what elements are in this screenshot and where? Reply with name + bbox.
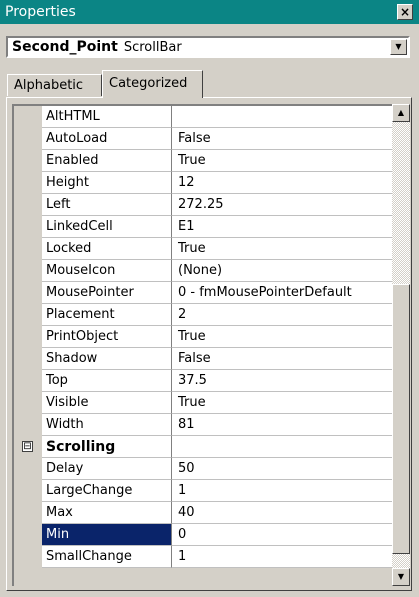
property-name[interactable]: AltHTML (42, 106, 172, 128)
row-gutter (14, 282, 42, 304)
property-row[interactable]: MousePointer 0 - fmMousePointerDefault (14, 282, 392, 304)
row-gutter (14, 370, 42, 392)
scrollbar-thumb[interactable] (392, 284, 410, 554)
property-name[interactable]: Width (42, 414, 172, 436)
property-row[interactable]: Max 40 (14, 502, 392, 524)
title-bar: Properties × (0, 0, 419, 24)
property-value[interactable]: True (172, 238, 392, 260)
property-name[interactable]: MouseIcon (42, 260, 172, 282)
property-name[interactable]: Shadow (42, 348, 172, 370)
scroll-up-icon[interactable]: ▲ (392, 104, 410, 122)
property-row[interactable]: LargeChange 1 (14, 480, 392, 502)
property-row[interactable]: AutoLoad False (14, 128, 392, 150)
row-gutter (14, 458, 42, 480)
property-name[interactable]: LargeChange (42, 480, 172, 502)
property-value[interactable]: 1 (172, 480, 392, 502)
property-row[interactable]: Left 272.25 (14, 194, 392, 216)
tab-categorized[interactable]: Categorized (102, 70, 203, 98)
property-row[interactable]: PrintObject True (14, 326, 392, 348)
property-value[interactable]: 50 (172, 458, 392, 480)
tab-alphabetic[interactable]: Alphabetic (7, 74, 102, 96)
property-row[interactable]: LinkedCell E1 (14, 216, 392, 238)
category-row-scrolling[interactable]: ⊟ Scrolling (14, 436, 392, 458)
property-value[interactable]: False (172, 128, 392, 150)
category-value-cell (172, 436, 392, 458)
row-gutter (14, 326, 42, 348)
property-name[interactable]: Visible (42, 392, 172, 414)
collapse-icon[interactable]: ⊟ (22, 441, 33, 452)
property-row[interactable]: Delay 50 (14, 458, 392, 480)
property-value[interactable]: 1 (172, 546, 392, 568)
row-gutter (14, 546, 42, 568)
property-name[interactable]: AutoLoad (42, 128, 172, 150)
property-row[interactable]: Min 0 (14, 524, 392, 546)
chevron-down-icon[interactable]: ▼ (390, 39, 407, 55)
property-name[interactable]: Height (42, 172, 172, 194)
property-grid: AltHTML AutoLoad False Enabled True Height 12 L… (12, 104, 392, 586)
property-row[interactable]: AltHTML (14, 106, 392, 128)
property-value[interactable]: True (172, 150, 392, 172)
property-value[interactable]: 0 - fmMousePointerDefault (172, 282, 392, 304)
property-row[interactable]: Width 81 (14, 414, 392, 436)
property-row[interactable]: SmallChange 1 (14, 546, 392, 568)
property-name[interactable]: LinkedCell (42, 216, 172, 238)
property-value[interactable]: 12 (172, 172, 392, 194)
row-gutter (14, 480, 42, 502)
row-gutter (14, 524, 42, 546)
vertical-scrollbar[interactable]: ▲ ▼ (392, 104, 410, 586)
object-name: Second_Point ScrollBar (12, 39, 182, 55)
object-type: ScrollBar (123, 40, 182, 55)
property-value[interactable]: True (172, 392, 392, 414)
row-gutter: ⊟ (14, 436, 42, 458)
row-gutter (14, 194, 42, 216)
property-value[interactable]: 2 (172, 304, 392, 326)
row-gutter (14, 150, 42, 172)
row-gutter (14, 106, 42, 128)
property-row[interactable]: Shadow False (14, 348, 392, 370)
property-name[interactable]: Delay (42, 458, 172, 480)
row-gutter (14, 414, 42, 436)
row-gutter (14, 502, 42, 524)
property-name[interactable]: SmallChange (42, 546, 172, 568)
property-value[interactable]: 0 (172, 524, 392, 546)
property-name[interactable]: MousePointer (42, 282, 172, 304)
property-name[interactable]: Top (42, 370, 172, 392)
property-value[interactable]: True (172, 326, 392, 348)
property-row[interactable]: Locked True (14, 238, 392, 260)
row-gutter (14, 216, 42, 238)
property-name[interactable]: PrintObject (42, 326, 172, 348)
property-value[interactable]: E1 (172, 216, 392, 238)
row-gutter (14, 348, 42, 370)
object-selector-dropdown[interactable]: Second_Point ScrollBar ▼ (6, 36, 410, 58)
category-label: Scrolling (42, 436, 172, 458)
row-gutter (14, 392, 42, 414)
property-row[interactable]: Visible True (14, 392, 392, 414)
property-value[interactable]: 40 (172, 502, 392, 524)
property-name[interactable]: Max (42, 502, 172, 524)
property-row[interactable]: Top 37.5 (14, 370, 392, 392)
row-gutter (14, 238, 42, 260)
property-name[interactable]: Locked (42, 238, 172, 260)
property-value[interactable]: 272.25 (172, 194, 392, 216)
property-row[interactable]: Placement 2 (14, 304, 392, 326)
row-gutter (14, 260, 42, 282)
property-name[interactable]: Min (42, 524, 172, 546)
window-title: Properties (5, 4, 76, 20)
property-value[interactable]: 81 (172, 414, 392, 436)
property-value[interactable]: 37.5 (172, 370, 392, 392)
scroll-down-icon[interactable]: ▼ (392, 568, 410, 586)
property-row[interactable]: Height 12 (14, 172, 392, 194)
row-gutter (14, 172, 42, 194)
property-row[interactable]: MouseIcon (None) (14, 260, 392, 282)
property-name[interactable]: Enabled (42, 150, 172, 172)
close-icon[interactable]: × (397, 4, 413, 20)
property-value[interactable]: (None) (172, 260, 392, 282)
property-row[interactable]: Enabled True (14, 150, 392, 172)
property-value[interactable] (172, 106, 392, 128)
property-name[interactable]: Placement (42, 304, 172, 326)
row-gutter (14, 128, 42, 150)
property-value[interactable]: False (172, 348, 392, 370)
property-name[interactable]: Left (42, 194, 172, 216)
row-gutter (14, 304, 42, 326)
